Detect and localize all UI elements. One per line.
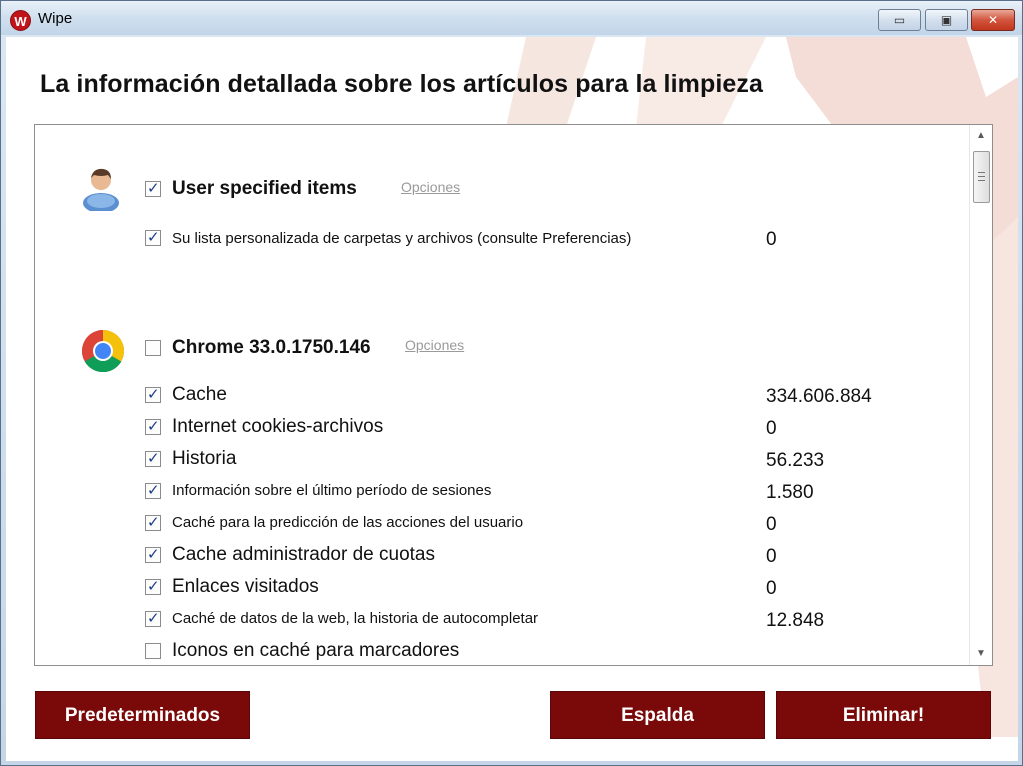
scroll-down-arrow-icon[interactable]: ▼ bbox=[974, 647, 988, 661]
item-label: Su lista personalizada de carpetas y arc… bbox=[172, 230, 632, 247]
item-value: 1.580 bbox=[766, 482, 814, 503]
scrollbar-thumb[interactable] bbox=[973, 151, 990, 203]
item-checkbox[interactable] bbox=[145, 577, 161, 595]
vertical-scrollbar[interactable]: ▲ ▼ bbox=[969, 125, 992, 665]
item-checkbox[interactable] bbox=[145, 643, 161, 659]
item-value: 334.606.884 bbox=[766, 386, 872, 407]
group-checkbox-chrome[interactable] bbox=[145, 340, 161, 356]
item-label: Cache administrador de cuotas bbox=[172, 544, 435, 565]
chrome-icon bbox=[81, 330, 125, 373]
maximize-button[interactable]: ▣ bbox=[925, 9, 968, 31]
minimize-icon: ▭ bbox=[893, 13, 906, 27]
item-label: Cache bbox=[172, 384, 227, 405]
item-value: 12.848 bbox=[766, 610, 825, 631]
close-icon: ✕ bbox=[987, 13, 999, 27]
close-button[interactable]: ✕ bbox=[971, 9, 1015, 31]
scroll-up-arrow-icon[interactable]: ▲ bbox=[974, 129, 988, 143]
item-label: Enlaces visitados bbox=[172, 576, 319, 597]
group-title-user-specified: User specified items bbox=[172, 178, 357, 199]
cleaning-items-list[interactable]: User specified items Opciones Su lista p… bbox=[34, 124, 993, 666]
back-button[interactable]: Espalda bbox=[550, 691, 765, 739]
app-window: W Wipe ▭ ▣ ✕ La información detallada so… bbox=[0, 0, 1023, 766]
item-label: Iconos en caché para marcadores bbox=[172, 640, 460, 661]
options-link-user-specified[interactable]: Opciones bbox=[401, 179, 460, 195]
item-checkbox[interactable] bbox=[145, 385, 161, 403]
window-title: Wipe bbox=[38, 10, 73, 27]
maximize-icon: ▣ bbox=[940, 13, 953, 27]
item-checkbox[interactable] bbox=[145, 417, 161, 435]
item-checkbox[interactable] bbox=[145, 609, 161, 627]
item-value: 0 bbox=[766, 418, 777, 439]
item-label: Caché de datos de la web, la historia de… bbox=[172, 610, 539, 627]
item-value: 56.233 bbox=[766, 450, 825, 471]
item-value: 0 bbox=[766, 229, 777, 250]
item-label: Internet cookies-archivos bbox=[172, 416, 384, 437]
group-checkbox-user-specified[interactable] bbox=[145, 179, 161, 197]
item-checkbox[interactable] bbox=[145, 545, 161, 563]
item-checkbox[interactable] bbox=[145, 513, 161, 531]
page-title: La información detallada sobre los artíc… bbox=[40, 70, 763, 98]
item-value: 0 bbox=[766, 546, 777, 567]
title-bar[interactable]: W Wipe ▭ ▣ ✕ bbox=[1, 1, 1022, 35]
delete-button[interactable]: Eliminar! bbox=[776, 691, 991, 739]
item-label: Información sobre el último período de s… bbox=[172, 482, 492, 499]
user-icon bbox=[83, 168, 119, 211]
defaults-button[interactable]: Predeterminados bbox=[35, 691, 250, 739]
item-value: 0 bbox=[766, 578, 777, 599]
client-area: La información detallada sobre los artíc… bbox=[6, 37, 1018, 761]
minimize-button[interactable]: ▭ bbox=[878, 9, 921, 31]
item-value: 0 bbox=[766, 514, 777, 535]
item-label: Caché para la predicción de las acciones… bbox=[172, 514, 524, 531]
item-label: Historia bbox=[172, 448, 237, 469]
group-title-chrome: Chrome 33.0.1750.146 bbox=[172, 337, 371, 358]
item-checkbox[interactable] bbox=[145, 481, 161, 499]
item-checkbox[interactable] bbox=[145, 228, 161, 246]
item-checkbox[interactable] bbox=[145, 449, 161, 467]
wipe-logo-icon: W bbox=[10, 10, 31, 31]
options-link-chrome[interactable]: Opciones bbox=[405, 337, 464, 353]
